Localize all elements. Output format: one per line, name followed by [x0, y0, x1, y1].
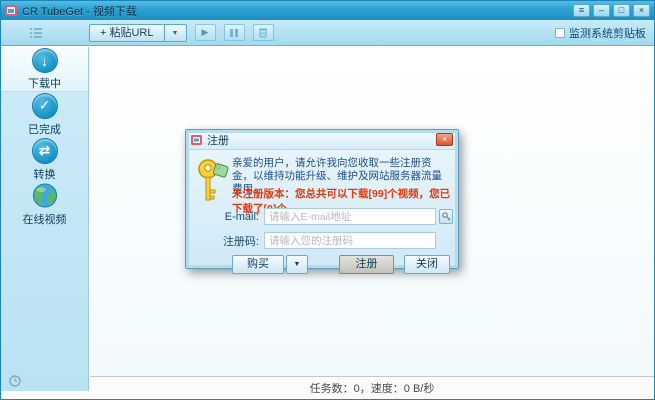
buy-dropdown[interactable]: ▼	[286, 255, 308, 274]
buy-button[interactable]: 购买	[232, 255, 284, 274]
dialog-titlebar: 注册 ×	[186, 130, 458, 150]
globe-icon	[31, 182, 59, 209]
convert-icon: ⇄	[32, 138, 58, 164]
chevron-down-icon: ▼	[172, 30, 179, 37]
register-button[interactable]: 注册	[339, 255, 394, 274]
maximize-button[interactable]: □	[613, 4, 630, 17]
trash-icon	[258, 27, 268, 38]
sidebar-item-label: 转换	[34, 166, 56, 182]
start-download-button[interactable]: ▶	[195, 24, 216, 41]
register-dialog: 注册 × 亲爱的用户，请允许我向您收取一些注册资金，以维持功能升级、维护及网站服…	[185, 129, 459, 269]
app-icon	[5, 5, 17, 16]
dialog-close-button[interactable]: 关闭	[404, 255, 450, 274]
bottom-left-strip	[1, 391, 90, 399]
get-code-button[interactable]	[439, 209, 453, 224]
sidebar-item-convert[interactable]: ⇄ 转换	[1, 137, 88, 182]
sidebar-item-completed[interactable]: ✓ 已完成	[1, 92, 88, 137]
monitor-clipboard-checkbox[interactable]: 监测系统剪贴板	[555, 25, 646, 41]
app-window: CR TubeGet - 视频下载 ≡ – □ × + 粘贴URL ▼ ▶	[0, 0, 655, 400]
sidebar: ↓ 下载中 ✓ 已完成 ⇄ 转换 在线视频	[1, 47, 89, 391]
minimize-button[interactable]: –	[593, 4, 610, 17]
regcode-label: 注册码:	[186, 233, 264, 249]
menu-icon[interactable]: ≡	[573, 4, 590, 17]
paste-url-button[interactable]: + 粘贴URL	[89, 24, 165, 42]
email-label: E-mail:	[186, 211, 264, 223]
sidebar-item-label: 在线视频	[23, 211, 67, 227]
status-text: 任务数：0，速度：0 B/秒	[310, 380, 435, 396]
titlebar: CR TubeGet - 视频下载 ≡ – □ ×	[1, 1, 654, 20]
dialog-icon	[191, 135, 202, 145]
checkbox-icon	[555, 28, 565, 38]
email-row: E-mail:	[186, 208, 458, 225]
download-icon: ↓	[32, 48, 58, 73]
monitor-clipboard-label: 监测系统剪贴板	[569, 25, 646, 41]
chevron-down-icon: ▼	[294, 261, 301, 268]
sidebar-item-downloading[interactable]: ↓ 下载中	[1, 47, 88, 92]
pause-icon	[230, 29, 238, 37]
pause-download-button[interactable]	[224, 24, 245, 41]
regcode-field[interactable]	[264, 232, 436, 249]
delete-task-button[interactable]	[253, 24, 274, 41]
toolbar: + 粘贴URL ▼ ▶ 监测系统剪贴板	[1, 20, 654, 46]
close-button[interactable]: ×	[633, 4, 650, 17]
key-icon	[196, 158, 230, 204]
clock-icon	[9, 375, 21, 387]
window-title: CR TubeGet - 视频下载	[22, 3, 137, 19]
sidebar-item-label: 下载中	[28, 75, 61, 91]
email-field[interactable]	[264, 208, 436, 225]
play-icon: ▶	[202, 27, 209, 38]
paste-url-split-button: + 粘贴URL ▼	[89, 24, 187, 42]
paste-url-dropdown[interactable]: ▼	[165, 24, 187, 42]
regcode-row: 注册码:	[186, 232, 458, 249]
statusbar: 任务数：0，速度：0 B/秒	[90, 376, 654, 399]
dialog-title: 注册	[207, 132, 229, 148]
small-key-icon	[442, 212, 451, 222]
sidebar-item-online-video[interactable]: 在线视频	[1, 182, 88, 227]
check-icon: ✓	[32, 93, 58, 119]
dialog-close-icon[interactable]: ×	[436, 133, 453, 146]
window-controls: ≡ – □ ×	[573, 4, 650, 17]
dialog-body: 亲爱的用户，请允许我向您收取一些注册资金，以维持功能升级、维护及网站服务器流量费…	[186, 150, 458, 269]
dialog-buttons: 购买 ▼ 注册 关闭	[186, 255, 450, 274]
sidebar-item-label: 已完成	[28, 121, 61, 137]
grip-icon	[29, 26, 43, 40]
